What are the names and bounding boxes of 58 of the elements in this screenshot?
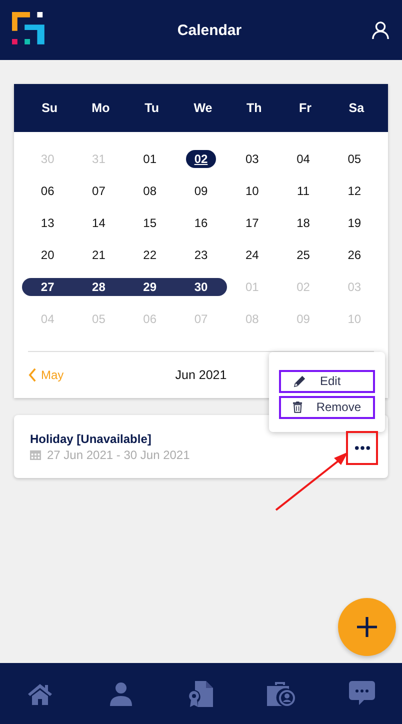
calendar-day[interactable]: 13 [32, 214, 62, 232]
person-icon[interactable] [110, 682, 132, 706]
calendar-day[interactable]: 01 [135, 150, 165, 168]
calendar-day[interactable]: 27 [22, 278, 74, 296]
calendar-day[interactable]: 17 [237, 214, 267, 232]
more-options-button[interactable] [346, 430, 378, 464]
calendar-day[interactable]: 11 [289, 182, 318, 200]
calendar-day[interactable]: 19 [340, 214, 370, 232]
calendar-day[interactable]: 30 [175, 278, 227, 296]
event-title: Holiday [Unavailable] [30, 432, 152, 446]
dots-icon [354, 446, 370, 450]
event-card[interactable]: Holiday [Unavailable] 27 Jun 2021 - 30 Jun 2021 [14, 415, 388, 478]
page-title: Calendar [176, 22, 243, 38]
calendar-day[interactable]: 12 [340, 182, 370, 200]
weekday-label: Su [40, 101, 59, 115]
trash-icon [293, 400, 302, 414]
current-month: Jun 2021 [175, 368, 227, 382]
calendar-day[interactable]: 25 [288, 246, 318, 264]
calendar-day[interactable]: 09 [186, 182, 216, 200]
user-icon[interactable] [371, 20, 390, 40]
chevron-left-icon [28, 368, 37, 382]
certificate-icon[interactable] [188, 680, 213, 706]
calendar-day[interactable]: 28 [73, 278, 124, 296]
calendar-day[interactable]: 06 [32, 182, 62, 200]
calendar-day[interactable]: 14 [84, 214, 114, 232]
calendar-day[interactable]: 08 [135, 182, 165, 200]
calendar-day[interactable]: 20 [32, 246, 62, 264]
plus-icon [355, 615, 379, 639]
event-dates: 27 Jun 2021 - 30 Jun 2021 [47, 448, 190, 462]
weekday-label: We [192, 101, 214, 115]
calendar-day[interactable]: 15 [135, 214, 165, 232]
add-button[interactable] [338, 598, 396, 656]
calendar-day[interactable]: 23 [186, 246, 216, 264]
calendar-day[interactable]: 07 [84, 182, 114, 200]
calendar-day[interactable]: 02 [186, 150, 216, 168]
calendar-day[interactable]: 16 [186, 214, 216, 232]
calendar-day[interactable]: 29 [124, 278, 176, 296]
weekday-label: Th [245, 101, 263, 115]
calendar-day[interactable]: 04 [288, 150, 318, 168]
calendar-day[interactable]: 21 [84, 246, 114, 264]
chat-icon[interactable] [348, 681, 375, 706]
calendar-day[interactable]: 18 [288, 214, 318, 232]
weekday-label: Mo [90, 101, 111, 115]
weekday-label: Sa [348, 101, 366, 115]
calendar-icon [30, 449, 41, 460]
home-icon[interactable] [27, 682, 54, 706]
weekday-label: Fr [298, 101, 313, 115]
calendar-day[interactable]: 24 [237, 246, 267, 264]
briefcase-icon[interactable] [267, 681, 296, 706]
calendar-day[interactable]: 22 [135, 246, 165, 264]
pencil-icon [293, 374, 306, 388]
calendar-day[interactable]: 03 [237, 150, 267, 168]
calendar-day[interactable]: 05 [340, 150, 370, 168]
menu-item[interactable]: Remove [279, 396, 375, 418]
weekday-label: Tu [144, 101, 160, 115]
calendar-day[interactable]: 26 [340, 246, 370, 264]
menu-item[interactable]: Edit [279, 370, 375, 392]
calendar-day[interactable]: 10 [237, 182, 267, 200]
